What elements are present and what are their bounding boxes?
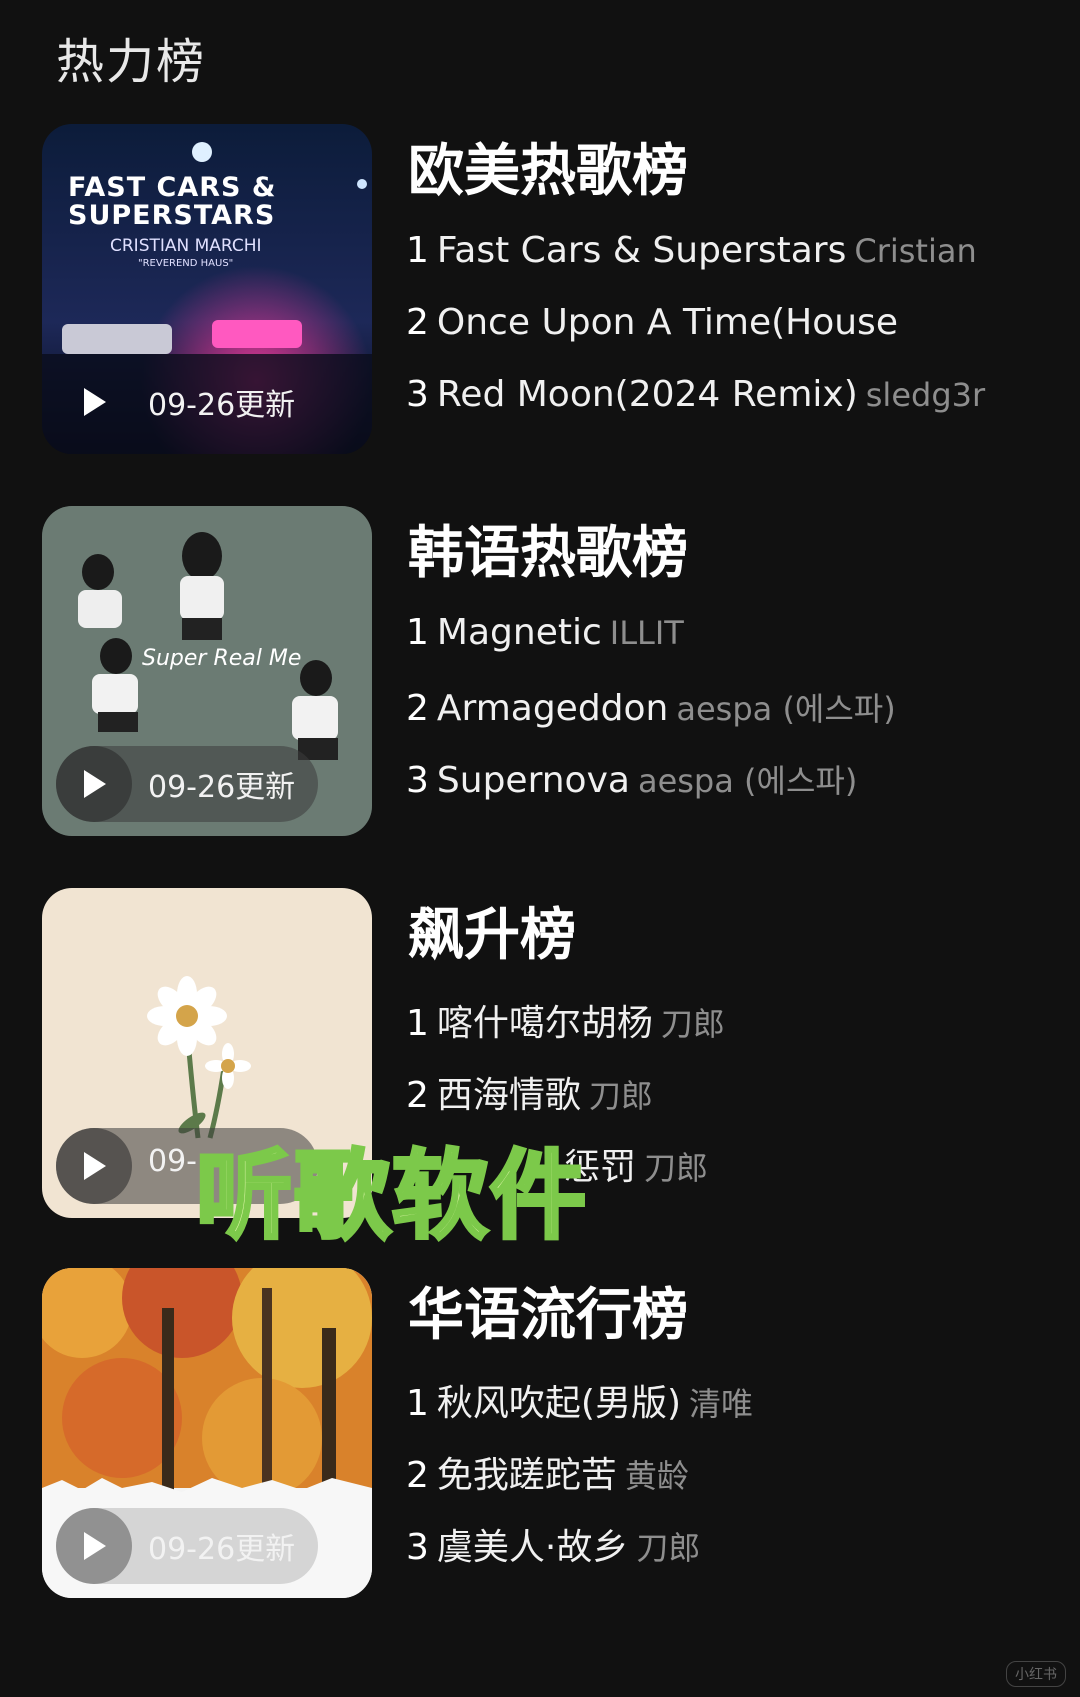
- track-title: 秋风吹起(男版): [436, 1383, 681, 1424]
- track-rank: 3: [406, 760, 429, 801]
- page-title: 热力榜: [56, 34, 207, 90]
- cover-title: Super Real Me: [142, 646, 302, 671]
- track-rank: 1: [406, 230, 429, 271]
- track-artist: aespa (에스파): [676, 690, 896, 728]
- cover-title: FAST CARS & SUPERSTARS: [68, 172, 277, 231]
- chart-cover[interactable]: Super Real Me 09-26更新: [42, 506, 372, 836]
- track-row[interactable]: 2 Armageddon aespa (에스파): [406, 684, 1026, 730]
- update-bar: 09-26更新: [56, 1508, 318, 1584]
- chart-card-korean[interactable]: Super Real Me 09-26更新 韩语热歌榜 1 Magnetic ILL…: [0, 506, 1080, 836]
- track-row[interactable]: 3 虞美人·故乡 刀郎: [406, 1518, 1026, 1570]
- chart-cover[interactable]: 09-26更新: [42, 1268, 372, 1598]
- track-artist: 刀郎: [636, 1529, 701, 1567]
- track-artist: aespa (에스파): [637, 762, 858, 800]
- track-title: 喀什噶尔胡杨: [436, 1003, 653, 1044]
- play-button[interactable]: [56, 746, 132, 822]
- track-row[interactable]: 2 Once Upon A Time(House: [406, 302, 1026, 343]
- track-row[interactable]: 2 免我蹉跎苦 黄龄: [406, 1446, 1026, 1498]
- play-button[interactable]: [56, 364, 132, 440]
- watermark-badge: 小红书: [1006, 1661, 1066, 1687]
- track-artist: sledg3r: [865, 376, 986, 414]
- track-rank: 2: [406, 688, 429, 729]
- update-bar: 09-26更新: [56, 364, 318, 440]
- chart-name[interactable]: 飙升榜: [408, 890, 576, 971]
- chart-name[interactable]: 欧美热歌榜: [408, 126, 688, 207]
- track-title: Once Upon A Time(House: [436, 302, 898, 343]
- track-artist: 刀郎: [588, 1077, 653, 1115]
- overlay-caption: 听歌软件: [194, 1138, 588, 1254]
- chart-name[interactable]: 华语流行榜: [408, 1270, 688, 1351]
- track-artist: 清唯: [689, 1385, 754, 1423]
- chart-card-chinese[interactable]: 09-26更新 华语流行榜 1 秋风吹起(男版) 清唯 2 免我蹉跎苦 黄龄 3 虞美人·…: [0, 1268, 1080, 1598]
- track-rank: 3: [406, 374, 429, 415]
- track-row[interactable]: 1 喀什噶尔胡杨 刀郎: [406, 994, 1026, 1046]
- track-row[interactable]: 2 西海情歌 刀郎: [406, 1066, 1026, 1118]
- play-icon: [84, 770, 106, 798]
- track-row[interactable]: 1 Magnetic ILLIT: [406, 612, 1026, 653]
- track-title: Magnetic: [436, 612, 602, 653]
- play-icon: [84, 388, 106, 416]
- track-rank: 2: [406, 1455, 429, 1496]
- chart-name[interactable]: 韩语热歌榜: [408, 508, 688, 589]
- play-button[interactable]: [56, 1128, 132, 1204]
- track-title: Supernova: [436, 760, 630, 801]
- hot-charts-page: 热力榜 FAST CARS & SUPERSTARS CRISTIAN MARC…: [0, 0, 1080, 1697]
- chart-card-western[interactable]: FAST CARS & SUPERSTARS CRISTIAN MARCHI "…: [0, 124, 1080, 454]
- track-row[interactable]: 1 Fast Cars & Superstars Cristian: [406, 230, 1026, 271]
- track-artist: 刀郎: [660, 1005, 725, 1043]
- track-title: 免我蹉跎苦: [436, 1455, 617, 1496]
- track-title: Fast Cars & Superstars: [436, 230, 847, 271]
- update-bar: 09-26更新: [56, 746, 318, 822]
- track-artist: 刀郎: [644, 1149, 709, 1187]
- track-row[interactable]: 3 Red Moon(2024 Remix) sledg3r: [406, 374, 1026, 415]
- track-row[interactable]: 3 Supernova aespa (에스파): [406, 756, 1026, 802]
- track-title: 西海情歌: [436, 1075, 581, 1116]
- play-icon: [84, 1532, 106, 1560]
- play-icon: [84, 1152, 106, 1180]
- update-label: 09-26更新: [148, 1532, 296, 1567]
- update-label: 09-: [148, 1144, 197, 1179]
- update-label: 09-26更新: [148, 388, 296, 423]
- track-row[interactable]: 1 秋风吹起(男版) 清唯: [406, 1374, 1026, 1426]
- play-button[interactable]: [56, 1508, 132, 1584]
- track-rank: 3: [406, 1527, 429, 1568]
- track-rank: 1: [406, 1383, 429, 1424]
- chart-cover[interactable]: FAST CARS & SUPERSTARS CRISTIAN MARCHI "…: [42, 124, 372, 454]
- cover-subtitle: "REVEREND HAUS": [138, 258, 234, 269]
- track-rank: 1: [406, 612, 429, 653]
- track-rank: 1: [406, 1003, 429, 1044]
- track-artist: ILLIT: [609, 614, 684, 652]
- track-artist: Cristian: [854, 232, 977, 270]
- track-title: Armageddon: [436, 688, 669, 729]
- cover-artist: CRISTIAN MARCHI: [110, 236, 262, 256]
- track-artist: 黄龄: [624, 1457, 689, 1495]
- track-rank: 2: [406, 302, 429, 343]
- track-title: 虞美人·故乡: [436, 1527, 629, 1568]
- update-label: 09-26更新: [148, 770, 296, 805]
- track-row[interactable]: 惩罚 刀郎: [556, 1138, 1026, 1190]
- track-title: Red Moon(2024 Remix): [436, 374, 858, 415]
- track-rank: 2: [406, 1075, 429, 1116]
